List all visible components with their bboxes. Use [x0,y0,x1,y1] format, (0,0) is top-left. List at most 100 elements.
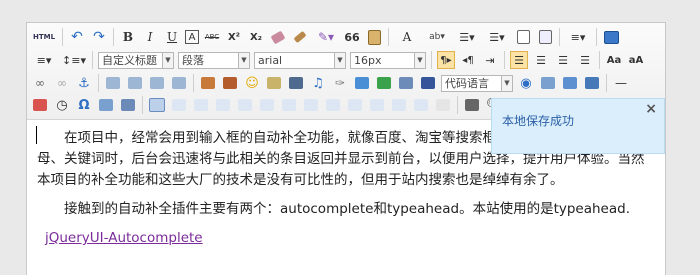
background-color-icon[interactable]: ab▾ [424,28,450,46]
toolbar-divider [98,74,99,92]
date-icon[interactable] [31,96,49,114]
toolbar-divider [193,74,194,92]
attachment-icon[interactable]: ✑ [331,74,349,92]
chevron-down-icon: ▼ [414,52,425,68]
frame-icon[interactable] [397,74,415,92]
search-replace-icon[interactable] [119,96,137,114]
anchor-icon[interactable]: ⚓ [75,74,93,92]
auto-format-icon[interactable]: ✎▾ [313,28,339,46]
merge-down-icon[interactable] [346,96,364,114]
save-notification: 本地保存成功 × [491,98,665,154]
custom-title-select-value: 自定义标题 [102,54,157,67]
image-center-icon[interactable] [170,74,188,92]
code-language-select[interactable]: 代码语言 ▼ [441,74,513,92]
paragraph-select[interactable]: 段落 ▼ [178,51,250,69]
font-border-button[interactable]: A [185,30,199,44]
webapp-icon[interactable]: ◉ [517,74,535,92]
insert-row-icon[interactable] [214,96,232,114]
chevron-down-icon: ▼ [238,52,249,68]
unlink-icon[interactable]: ∞ [53,74,71,92]
delete-table-icon[interactable] [170,96,188,114]
html-source-button[interactable]: HTML [31,28,57,46]
close-icon[interactable]: × [645,101,657,117]
split-cols-icon[interactable] [412,96,430,114]
merge-right-icon[interactable] [324,96,342,114]
font-family-select[interactable]: arial ▼ [254,51,346,69]
blockquote-button[interactable]: 66 [343,28,361,46]
chevron-down-icon: ▼ [162,52,173,68]
simple-upload-icon[interactable] [199,74,217,92]
align-left-button[interactable]: ☰ [510,51,528,69]
insert-code-icon[interactable] [419,74,437,92]
superscript-button[interactable]: X² [225,28,243,46]
font-color-button[interactable]: A [394,28,420,46]
horizontal-rule-icon[interactable]: — [612,74,630,92]
direction-rtl-button[interactable]: ◂¶ [459,51,477,69]
custom-title-select[interactable]: 自定义标题 ▼ [98,51,174,69]
insert-col-icon[interactable] [258,96,276,114]
map-icon[interactable] [353,74,371,92]
special-chars-icon[interactable]: Ω [75,96,93,114]
print-icon[interactable] [463,96,481,114]
fullscreen-icon[interactable] [602,28,620,46]
paste-plain-icon[interactable] [365,28,383,46]
line-height-icon[interactable]: ↕≡▾ [61,51,87,69]
gmap-icon[interactable] [375,74,393,92]
select-all-icon[interactable] [514,28,532,46]
music-icon[interactable]: ♫ [309,74,327,92]
underline-button[interactable]: U [163,28,181,46]
toolbar-divider [113,28,114,46]
align-right-button[interactable]: ☰ [554,51,572,69]
background-icon[interactable] [583,74,601,92]
scrawl-icon[interactable] [265,74,283,92]
code-language-select-value: 代码语言 [445,77,489,90]
text-caret [36,126,37,144]
merge-cells-icon[interactable] [302,96,320,114]
image-left-icon[interactable] [126,74,144,92]
toolbar-divider [606,74,607,92]
delete-col-icon[interactable] [280,96,298,114]
redo-icon[interactable]: ↷ [90,28,108,46]
clear-doc-icon[interactable] [536,28,554,46]
to-lowercase-icon[interactable]: aA [627,51,645,69]
image-none-icon[interactable] [104,74,122,92]
italic-button[interactable]: I [141,28,159,46]
toolbar-divider [559,28,560,46]
to-uppercase-icon[interactable]: Aa [605,51,623,69]
eraser-icon[interactable] [269,28,287,46]
insert-paragraph-before-table-icon[interactable] [192,96,210,114]
subscript-button[interactable]: X₂ [247,28,265,46]
charts-icon[interactable] [434,96,452,114]
emotion-icon[interactable]: ☺ [243,74,261,92]
indent-icon[interactable]: ⇥ [481,51,499,69]
align-center-button[interactable]: ☰ [532,51,550,69]
row-spacing-top-icon[interactable]: ≡▾ [565,28,591,46]
ordered-list-icon[interactable]: ☰▾ [454,28,480,46]
unordered-list-icon[interactable]: ☰▾ [484,28,510,46]
direction-ltr-button[interactable]: ¶▸ [437,51,455,69]
undo-icon[interactable]: ↶ [68,28,86,46]
template-icon[interactable] [561,74,579,92]
font-size-select[interactable]: 16px ▼ [350,51,426,69]
insert-image-icon[interactable] [221,74,239,92]
row-spacing-bottom-icon[interactable]: ≡▾ [31,51,57,69]
format-brush-icon[interactable] [291,28,309,46]
strikethrough-button[interactable]: ABC [203,28,221,46]
toolbar-divider [142,96,143,114]
split-cells-icon[interactable] [368,96,386,114]
font-family-select-value: arial [258,53,283,67]
link-icon[interactable]: ∞ [31,74,49,92]
toolbar-divider [504,51,505,69]
image-right-icon[interactable] [148,74,166,92]
pagebreak-icon[interactable] [539,74,557,92]
time-icon[interactable]: ◷ [53,96,71,114]
delete-row-icon[interactable] [236,96,254,114]
toolbar-divider [599,51,600,69]
insert-table-icon[interactable] [148,96,166,114]
insert-video-icon[interactable] [287,74,305,92]
wordimage-icon[interactable] [97,96,115,114]
bold-button[interactable]: B [119,28,137,46]
split-rows-icon[interactable] [390,96,408,114]
align-justify-button[interactable]: ☰ [576,51,594,69]
content-link[interactable]: jQueryUI-Autocomplete [37,228,655,249]
